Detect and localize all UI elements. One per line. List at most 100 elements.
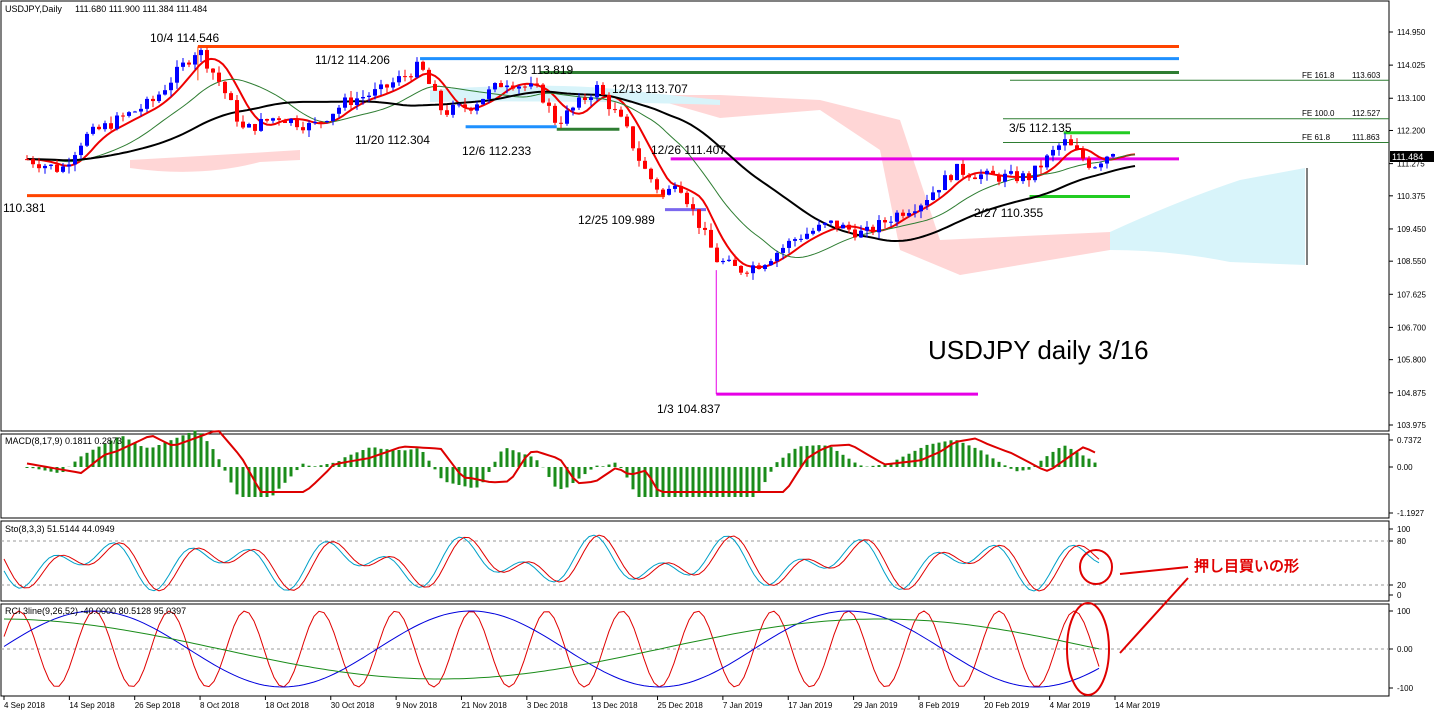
candle-body xyxy=(1033,165,1037,181)
candle-body xyxy=(949,175,953,181)
candle-body xyxy=(367,95,371,98)
candle-body xyxy=(1099,163,1103,168)
candle-body xyxy=(103,123,107,130)
candle-body xyxy=(991,170,995,175)
candle-body xyxy=(733,259,737,266)
candle-body xyxy=(97,126,101,130)
macd-bar xyxy=(397,449,401,467)
candle-body xyxy=(835,220,839,229)
candle-body xyxy=(247,124,251,128)
candle-body xyxy=(601,84,605,95)
candle-body xyxy=(73,155,77,165)
candle-body xyxy=(157,94,161,102)
candle-body xyxy=(685,192,689,205)
macd-bar xyxy=(73,461,77,467)
stochastic-pane xyxy=(0,520,1390,602)
fe-label: FE 61.8 xyxy=(1302,133,1331,142)
candle-body xyxy=(901,212,905,216)
time-tick-label: 18 Oct 2018 xyxy=(265,701,309,710)
candle-body xyxy=(349,97,353,106)
macd-bar xyxy=(1021,467,1025,471)
macd-bar xyxy=(601,466,605,467)
candle-body xyxy=(1045,155,1049,168)
macd-bar xyxy=(181,435,185,467)
macd-bar xyxy=(955,440,959,467)
price-tick-label: 109.450 xyxy=(1397,225,1426,234)
candle-body xyxy=(211,68,215,73)
candle-body xyxy=(895,212,899,222)
candle-body xyxy=(691,204,695,210)
candle-body xyxy=(943,175,947,191)
candle-body xyxy=(931,192,935,200)
indicator-tick-label: 100 xyxy=(1397,525,1411,534)
macd-bar xyxy=(391,449,395,467)
price-tick-label: 110.375 xyxy=(1397,192,1426,201)
indicator-tick-label: 20 xyxy=(1397,581,1406,590)
indicator-tick-label: 0.00 xyxy=(1397,463,1413,472)
macd-bar xyxy=(805,445,809,467)
candle-body xyxy=(541,84,545,103)
candle-body xyxy=(385,84,389,88)
price-tick-label: 106.700 xyxy=(1397,323,1426,332)
price-tick-label: 114.025 xyxy=(1397,61,1426,70)
time-tick-label: 25 Dec 2018 xyxy=(658,701,704,710)
candle-body xyxy=(745,272,749,274)
candle-body xyxy=(235,100,239,122)
annotation-high-nov: 11/12 114.206 xyxy=(315,53,390,67)
price-tick-label: 111.275 xyxy=(1397,160,1425,169)
macd-bar xyxy=(439,467,443,479)
macd-bar xyxy=(505,448,509,467)
macd-bar xyxy=(985,454,989,467)
candle-body xyxy=(403,76,407,78)
macd-bar xyxy=(409,449,413,467)
candle-body xyxy=(1111,153,1115,157)
candle-body xyxy=(307,123,311,131)
fe-value: 113.603 xyxy=(1352,71,1381,80)
candle-body xyxy=(667,188,671,195)
macd-bar xyxy=(919,447,923,467)
chart-symbol: USDJPY,Daily xyxy=(5,4,62,14)
candle-body xyxy=(1003,173,1007,182)
macd-bar xyxy=(421,451,425,467)
time-tick-label: 14 Mar 2019 xyxy=(1115,701,1160,710)
macd-bar xyxy=(619,467,623,469)
macd-bar xyxy=(1045,456,1049,467)
annotation-low-nov20: 11/20 112.304 xyxy=(355,133,430,147)
annotation-low-dec6: 12/6 112.233 xyxy=(462,144,532,158)
candle-body xyxy=(559,122,563,124)
indicator-tick-label: 0 xyxy=(1397,591,1402,600)
price-tick-label: 112.200 xyxy=(1397,126,1426,135)
candle-body xyxy=(961,163,965,175)
time-tick-label: 21 Nov 2018 xyxy=(461,701,507,710)
annotation-low-feb27: 2/27 110.355 xyxy=(974,206,1044,220)
macd-bar xyxy=(451,467,455,484)
time-tick-label: 8 Feb 2019 xyxy=(919,701,960,710)
candle-body xyxy=(373,89,377,96)
candle-body xyxy=(565,110,569,124)
candle-body xyxy=(877,220,881,233)
macd-bar xyxy=(631,467,635,490)
macd-bar xyxy=(1075,452,1079,467)
time-tick-label: 4 Mar 2019 xyxy=(1050,701,1091,710)
candle-body xyxy=(829,220,833,223)
candle-body xyxy=(133,111,137,113)
price-tick-label: 103.975 xyxy=(1397,421,1426,430)
macd-bar xyxy=(769,467,773,472)
macd-bar xyxy=(907,453,911,467)
price-tick-label: 104.875 xyxy=(1397,389,1426,398)
macd-bar xyxy=(25,467,29,468)
candle-body xyxy=(1093,167,1097,169)
candle-body xyxy=(31,159,35,165)
candle-body xyxy=(937,190,941,193)
candle-body xyxy=(313,121,317,124)
candle-body xyxy=(889,221,893,223)
candle-body xyxy=(277,118,281,120)
candle-body xyxy=(589,97,593,101)
candle-body xyxy=(997,174,1001,182)
macd-bar xyxy=(145,447,149,467)
time-tick-label: 29 Jan 2019 xyxy=(854,701,899,710)
candle-body xyxy=(481,98,485,105)
candle-body xyxy=(727,259,731,261)
macd-bar xyxy=(847,458,851,467)
candle-body xyxy=(757,265,761,270)
